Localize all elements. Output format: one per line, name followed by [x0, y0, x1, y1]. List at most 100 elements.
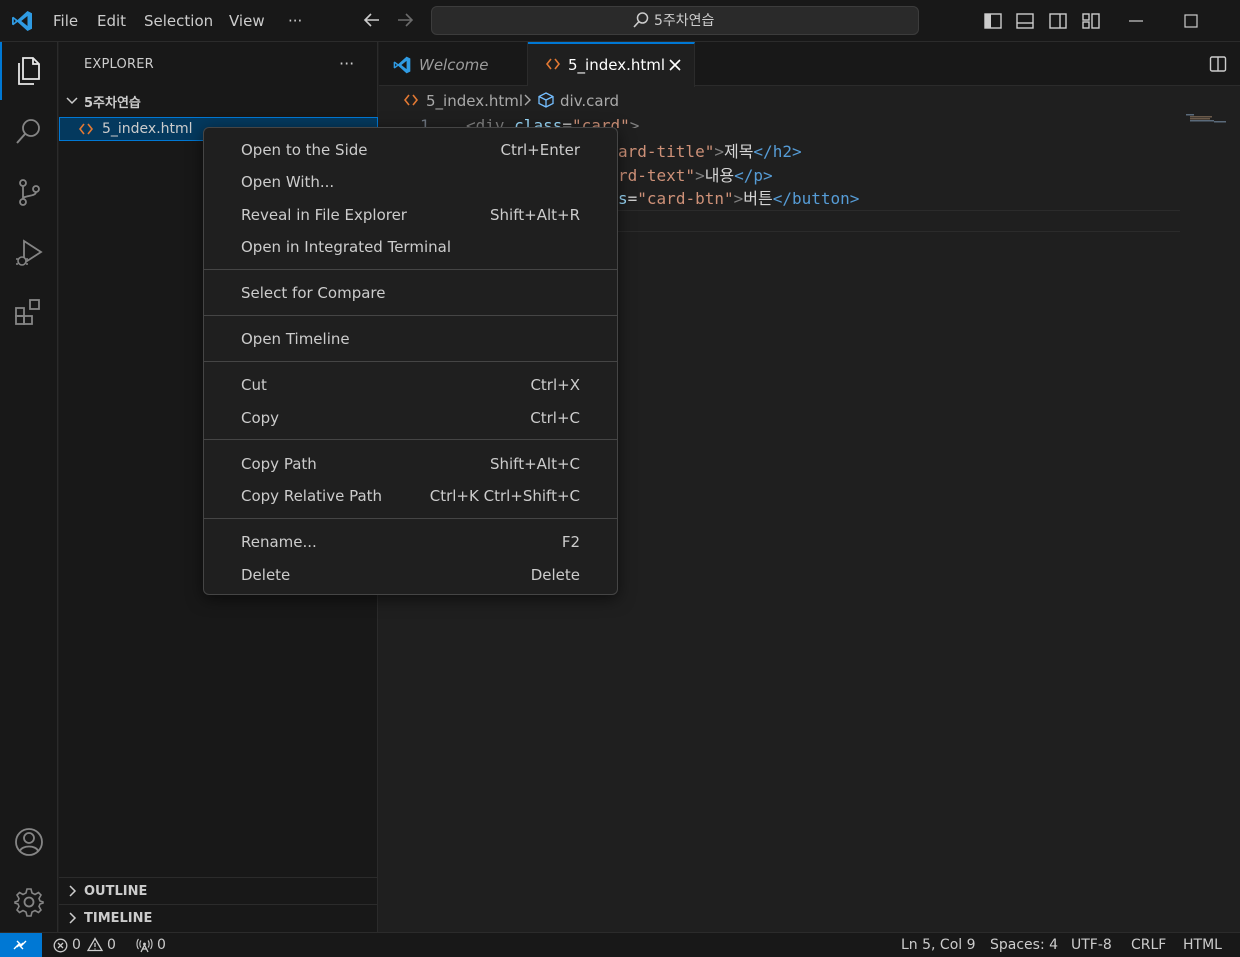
source-control-icon[interactable] — [13, 176, 45, 208]
active-indicator — [0, 42, 2, 100]
breadcrumb-file[interactable]: 5_index.html — [426, 92, 523, 110]
breadcrumb-symbol[interactable]: div.card — [560, 92, 619, 110]
toggle-panel-icon[interactable] — [1015, 11, 1035, 31]
code-line-4[interactable]: s="card-btn">버튼</button> — [618, 185, 859, 209]
menu-cut[interactable]: Cut Ctrl+X — [204, 371, 617, 399]
outline-label: OUTLINE — [84, 884, 148, 899]
chevron-down-icon — [66, 97, 78, 105]
menu-selection[interactable]: Selection — [144, 0, 213, 42]
menu-item-shortcut: Shift+Alt+R — [490, 206, 580, 224]
timeline-section[interactable]: TIMELINE — [59, 904, 378, 931]
tab-active-label: 5_index.html — [568, 56, 666, 74]
back-arrow-icon[interactable] — [361, 9, 383, 31]
ports-count[interactable]: 0 — [157, 937, 166, 953]
minimize-icon[interactable] — [1126, 11, 1146, 31]
tab-welcome[interactable]: Welcome — [379, 42, 528, 86]
code-token: 내용 — [704, 166, 735, 185]
accounts-icon[interactable] — [13, 826, 45, 858]
explorer-files-icon[interactable] — [13, 55, 45, 87]
search-icon[interactable] — [13, 115, 45, 147]
file-name: 5_index.html — [102, 121, 193, 137]
breadcrumb: 5_index.html div.card — [379, 88, 1240, 114]
extensions-icon[interactable] — [13, 297, 45, 329]
maximize-icon[interactable] — [1181, 11, 1201, 31]
run-and-debug-icon[interactable] — [13, 237, 45, 269]
code-token: "card-btn" — [637, 189, 734, 208]
explorer-more-actions[interactable]: ··· — [339, 54, 354, 73]
menu-item-shortcut: F2 — [561, 533, 580, 551]
menu-separator — [204, 439, 617, 440]
warning-icon[interactable] — [87, 937, 103, 952]
tab-welcome-label: Welcome — [419, 56, 489, 74]
code-token: ard-title" — [618, 142, 715, 161]
symbol-element-icon — [538, 92, 554, 108]
menu-file[interactable]: File — [53, 0, 78, 42]
menu-open-to-side[interactable]: Open to the Side Ctrl+Enter — [204, 136, 617, 164]
menu-item-label: Open Timeline — [241, 330, 350, 348]
menu-open-in-terminal[interactable]: Open in Integrated Terminal — [204, 233, 617, 261]
indentation[interactable]: Spaces: 4 — [990, 937, 1058, 953]
menu-item-label: Reveal in File Explorer — [241, 206, 407, 224]
menu-open-with[interactable]: Open With... — [204, 168, 617, 196]
error-count[interactable]: 0 — [72, 937, 81, 953]
code-token: rd-text" — [618, 166, 696, 185]
code-token: > — [714, 142, 724, 161]
chevron-right-icon — [69, 912, 77, 924]
remote-indicator[interactable] — [0, 933, 42, 957]
cursor-position[interactable]: Ln 5, Col 9 — [901, 937, 976, 953]
menu-delete[interactable]: Delete Delete — [204, 561, 617, 589]
menu-item-label: Open to the Side — [241, 141, 368, 159]
folder-name: 5주차연습 — [84, 96, 141, 111]
code-line-3[interactable]: rd-text">내용</p> — [618, 162, 773, 186]
timeline-label: TIMELINE — [84, 911, 153, 926]
activity-bar — [0, 42, 58, 932]
code-token: 제목 — [723, 142, 754, 161]
warning-count[interactable]: 0 — [107, 937, 116, 953]
code-line-2[interactable]: ard-title">제목</h2> — [618, 138, 802, 162]
outline-section[interactable]: OUTLINE — [59, 877, 378, 904]
settings-gear-icon[interactable] — [13, 886, 45, 918]
menu-rename[interactable]: Rename... F2 — [204, 528, 617, 556]
folder-row[interactable]: 5주차연습 — [59, 90, 378, 112]
language-mode[interactable]: HTML — [1183, 937, 1222, 953]
search-icon — [633, 12, 649, 28]
chevron-right-icon — [69, 885, 77, 897]
menu-item-shortcut: Ctrl+C — [530, 409, 580, 427]
html-file-icon — [404, 94, 418, 106]
menu-item-label: Rename... — [241, 533, 317, 551]
code-token: </button> — [772, 189, 860, 208]
split-editor-icon[interactable] — [1209, 55, 1227, 73]
minimap[interactable] — [1186, 113, 1228, 123]
menu-view[interactable]: View — [229, 0, 265, 42]
error-icon[interactable] — [53, 938, 68, 953]
chevron-right-icon — [524, 94, 531, 106]
menu-edit[interactable]: Edit — [97, 0, 126, 42]
menu-copy-relative-path[interactable]: Copy Relative Path Ctrl+K Ctrl+Shift+C — [204, 482, 617, 510]
menu-copy[interactable]: Copy Ctrl+C — [204, 404, 617, 432]
menu-item-label: Copy Path — [241, 455, 317, 473]
ports-antenna-icon[interactable] — [136, 938, 153, 953]
menu-open-timeline[interactable]: Open Timeline — [204, 325, 617, 353]
menu-separator — [204, 315, 617, 316]
menu-item-shortcut: Delete — [530, 566, 580, 584]
menu-copy-path[interactable]: Copy Path Shift+Alt+C — [204, 450, 617, 478]
customize-layout-icon[interactable] — [1081, 11, 1101, 31]
menu-reveal-in-explorer[interactable]: Reveal in File Explorer Shift+Alt+R — [204, 201, 617, 229]
menu-separator — [204, 361, 617, 362]
menu-item-label: Select for Compare — [241, 284, 386, 302]
toggle-primary-sidebar-icon[interactable] — [983, 11, 1003, 31]
close-icon[interactable] — [668, 58, 682, 72]
code-token: > — [733, 189, 744, 208]
menu-separator — [204, 269, 617, 270]
end-of-line[interactable]: CRLF — [1131, 937, 1166, 953]
toggle-secondary-sidebar-icon[interactable] — [1048, 11, 1068, 31]
tab-5-index-html[interactable]: 5_index.html — [528, 42, 695, 87]
menu-more[interactable]: ··· — [288, 0, 302, 42]
encoding[interactable]: UTF-8 — [1071, 937, 1112, 953]
menu-item-label: Copy Relative Path — [241, 487, 383, 505]
forward-arrow-icon[interactable] — [394, 9, 416, 31]
menu-item-label: Open With... — [241, 173, 335, 191]
vscode-logo-icon — [393, 56, 411, 74]
menu-item-label: Cut — [241, 376, 267, 394]
menu-select-for-compare[interactable]: Select for Compare — [204, 279, 617, 307]
